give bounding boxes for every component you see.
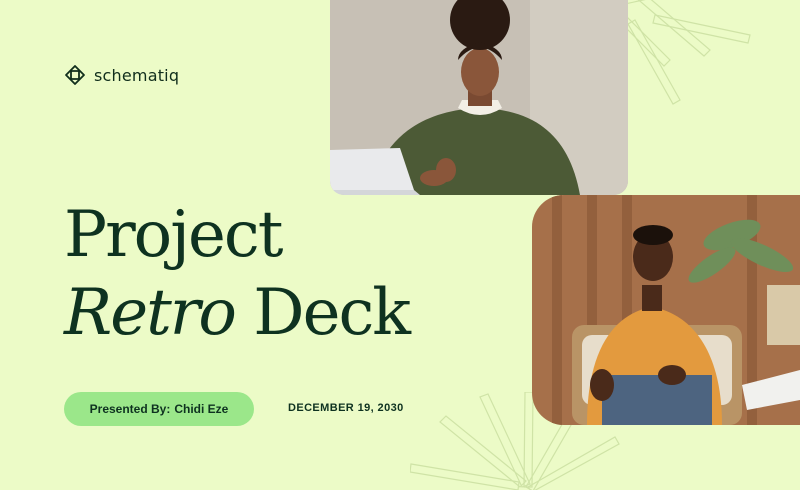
title-slide: schematiq Project Retro Deck Presented B… [0,0,800,490]
brand-name: schematiq [94,65,180,85]
woman-laptop-photo [330,0,628,195]
title-line-1: Project [64,198,283,272]
title-italic-word: Retro [64,276,237,350]
diamond-logo-icon [65,65,85,85]
presenter-label: Presented By: [89,402,171,416]
brand-logo: schematiq [64,64,179,86]
title-line-2: Retro Deck [64,274,411,352]
title-line-2-rest: Deck [253,276,411,350]
presenter-name: Chidi Eze [174,402,229,416]
slide-title: Project Retro Deck [64,196,411,352]
presenter-badge: Presented By: Chidi Eze [64,392,254,426]
presentation-date: DECEMBER 19, 2030 [288,402,404,414]
man-chair-photo [532,195,800,425]
